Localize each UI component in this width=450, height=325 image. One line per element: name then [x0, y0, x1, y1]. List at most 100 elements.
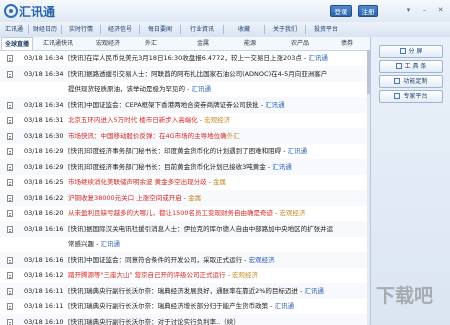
register-button[interactable]: 注册: [358, 5, 378, 17]
news-title[interactable]: [快讯]印度经济事务部门秘书长：目前黄金货币化计划已接收3吨黄金 - 汇讯通: [68, 159, 292, 175]
news-source[interactable]: 宏观经济: [204, 116, 230, 124]
news-source[interactable]: 汇讯通: [288, 147, 308, 155]
news-row[interactable]: 03/18 16:34 [快讯]中国证监会：CEPA框架下香港两地合资券商牌证券公…: [0, 96, 367, 113]
tab-bonds[interactable]: 债券: [332, 37, 362, 50]
news-title-text: 市场快讯：中国移动股价反弹：在4G市场的主导地位确: [68, 131, 227, 140]
expert-platform-button[interactable]: 专家平台: [379, 90, 443, 103]
document-icon: [7, 303, 13, 310]
news-title-text: 北京五环内进入5万时代 楼市日新步入高端化 -: [68, 116, 205, 124]
document-icon: [7, 179, 13, 186]
news-row[interactable]: 03/18 16:29 [快讯]印度经济事务部门秘书长：目前黄金货币化计划已接收3…: [0, 158, 367, 175]
news-row[interactable]: 03/18 16:25 市场继续消化美联储声明余波 黄金多空出现分歧 - 金属: [0, 174, 367, 190]
news-title[interactable]: 从未盈利且缺亏越多的大哪儿，都让1500名员工变现财务自由确是奇迹 - 宏观经济: [68, 205, 306, 221]
news-row[interactable]: 03/18 16:34 [快讯]在岸人民币兑美元3月18日16:30收盘报6.47…: [0, 50, 367, 66]
document-icon: [7, 132, 13, 140]
news-row[interactable]: 03/18 16:11 [快讯]瑞典央行副行长沃尔奈：瑞典经济增长部分归于能产生货…: [0, 298, 367, 314]
news-title[interactable]: [快讯]据国际汉关电讯社援引消息人士：伊拉克的库尔德人自由中部路加中央地区的扩张…: [68, 221, 333, 237]
news-row[interactable]: 常感兴趣 - 汇讯通: [0, 236, 367, 252]
news-row[interactable]: 03/18 16:16 [快讯]中国证监会：同意符合条件的开发公司，采取正式运行 …: [0, 251, 367, 268]
news-title[interactable]: [快讯]瑞典央行副行长沃尔奈：对于讨论实行负利率..（续）: [68, 314, 240, 325]
document-icon: [7, 225, 13, 233]
news-row[interactable]: 03/18 16:22 沪铜收复38000元关口 上涨空间或开启 - 金属: [0, 189, 367, 206]
news-row[interactable]: 提供现货轻质原油，该举动是极为罕见的 - 汇讯通: [0, 81, 367, 97]
news-row[interactable]: 03/18 16:12 踏开腾源等"三座大山" 营京自己开的评级公司正式运行 - …: [0, 267, 367, 283]
close-icon[interactable]: ✕: [434, 5, 447, 16]
news-title-text: [快讯]据国际汉关电讯社援引消息人士：伊拉克的库尔德人自由中部路加中央地区的扩张…: [68, 224, 334, 233]
news-title[interactable]: 市场快讯：中国移动股价反弹：在4G市场的主导地位确外汇: [68, 128, 240, 144]
news-title[interactable]: 踏开腾源等"三座大山" 营京自己开的评级公司正式运行 - 宏观经济: [68, 267, 258, 283]
news-row[interactable]: 03/18 16:29 [快讯]印度经济事务部门秘书长：印度黄金货币化的计划遇到了…: [0, 143, 367, 159]
tab-macro[interactable]: 宏观经济: [88, 37, 128, 50]
split-screen-button[interactable]: 分 屏: [379, 45, 443, 58]
news-title[interactable]: [快讯]中国证监会：同意符合条件的开发公司，采取正式运行 - 宏观经济: [68, 252, 275, 268]
news-title-text: 常感兴趣 -: [68, 240, 101, 248]
tab-flash[interactable]: 汇讯通快讯: [38, 37, 78, 50]
news-title[interactable]: 常感兴趣 - 汇讯通: [68, 236, 120, 252]
nav-invest-platform[interactable]: 投资平台: [306, 22, 346, 37]
tab-energy[interactable]: 能源: [235, 37, 265, 50]
news-source[interactable]: 金属: [213, 178, 226, 186]
news-row[interactable]: 03/18 16:16 [快讯]据国际汉关电讯社援引消息人士：伊拉克的库尔德人自由…: [0, 220, 367, 237]
news-time: 03/18 16:12: [24, 271, 64, 279]
news-source[interactable]: 汇讯通: [272, 163, 292, 171]
news-title[interactable]: [快讯]印度经济事务部门秘书长：印度黄金货币化的计划遇到了困难和阻碍 - 汇讯通: [68, 143, 307, 159]
news-title[interactable]: 提供现货轻质原油，该举动是极为罕见的 - 汇讯通: [68, 81, 211, 97]
document-icon: [7, 117, 13, 124]
news-time: 03/18 16:11: [24, 302, 64, 310]
document-icon: [7, 163, 13, 171]
news-row[interactable]: 03/18 16:11 [快讯]瑞典央行副行长沃尔奈：瑞典经济发展良好，通胀率在靠…: [0, 282, 367, 299]
news-source[interactable]: 汇讯通: [100, 240, 120, 248]
news-title[interactable]: [快讯]瑞典央行副行长沃尔奈：瑞典经济增长部分归于能产生货币政策 - 汇讯通: [68, 298, 294, 314]
news-time: 03/18 16:16: [24, 224, 64, 233]
news-row[interactable]: 03/18 16:20 从未盈利且缺亏越多的大哪儿，都让1500名员工变现财务自由…: [0, 205, 367, 221]
news-source[interactable]: 汇讯通: [308, 54, 328, 62]
news-source[interactable]: 宏观经济: [280, 209, 306, 217]
news-source[interactable]: 汇讯通: [265, 101, 285, 109]
minimize-icon[interactable]: –: [418, 5, 431, 16]
news-source[interactable]: 汇讯通: [304, 287, 324, 295]
news-source[interactable]: 汇讯通: [191, 85, 211, 93]
tab-agriculture[interactable]: 农产品: [283, 37, 317, 50]
nav-quotes[interactable]: 实时行情: [62, 22, 100, 37]
nav-daily-news[interactable]: 每日要闻: [140, 22, 180, 37]
news-source[interactable]: 金属: [188, 194, 201, 202]
nav-signals[interactable]: 经济信号: [101, 22, 139, 37]
news-title-text: [快讯]在岸人民币兑美元3月18日16:30收盘报6.4772，较上一交易日上涨…: [68, 54, 309, 62]
news-title-text: [快讯]中国证监会：CEPA框架下香港两地合资券商牌证券公司获批 -: [68, 100, 266, 109]
news-title[interactable]: [快讯]中国证监会：CEPA框架下香港两地合资券商牌证券公司获批 - 汇讯通: [68, 97, 285, 113]
news-source[interactable]: 宏观经济: [232, 271, 258, 279]
news-source[interactable]: 外汇: [227, 132, 240, 140]
nav-industry[interactable]: 行业資讯: [181, 22, 223, 37]
menu-icon[interactable]: ▾: [402, 5, 415, 16]
news-title[interactable]: [快讯]在岸人民币兑美元3月18日16:30收盘报6.4772，较上一交易日上涨…: [68, 50, 328, 66]
news-title[interactable]: 北京五环内进入5万时代 楼市日新步入高端化 - 宏观经济: [68, 112, 230, 128]
nav-home[interactable]: 汇讯通: [0, 22, 28, 37]
main-nav: 汇讯通 财经日历 实时行情 经济信号 每日要闻 行业資讯 收藏 关于我们 投资平…: [0, 22, 450, 38]
nav-calendar[interactable]: 财经日历: [29, 22, 61, 37]
toolbar-button[interactable]: 工 具 条: [379, 60, 443, 73]
tab-forex[interactable]: 外汇: [136, 37, 166, 50]
news-title[interactable]: 市场继续消化美联储声明余波 黄金多空出现分歧 - 金属: [68, 174, 226, 190]
news-title[interactable]: 沪铜收复38000元关口 上涨空间或开启 - 金属: [68, 190, 201, 206]
login-button[interactable]: 登录: [330, 5, 352, 17]
news-source[interactable]: 宏观经济: [249, 256, 275, 264]
news-title[interactable]: [快讯]瑞典央行副行长沃尔奈：瑞典经济发展良好，通胀率在靠近2%的目标迈进 - …: [68, 283, 324, 299]
news-row[interactable]: 03/18 16:31 北京五环内进入5万时代 楼市日新步入高端化 - 宏观经济: [0, 112, 367, 128]
news-row[interactable]: 03/18 16:30 市场快讯：中国移动股价反弹：在4G市场的主导地位确外汇: [0, 127, 367, 144]
app-logo: 汇讯通: [4, 2, 55, 20]
tab-global-live[interactable]: 全球直播: [1, 37, 33, 50]
nav-favorites[interactable]: 收藏: [224, 22, 264, 37]
nav-about[interactable]: 关于我们: [265, 22, 305, 37]
news-source[interactable]: 汇讯通: [275, 302, 295, 310]
news-title[interactable]: [快讯]据路透援引交易人士：阿联酋的阿布扎比国家石油公司(ADNOC)在4-5月…: [68, 66, 327, 82]
news-row[interactable]: 03/18 16:10 [快讯]瑞典央行副行长沃尔奈：对于讨论实行负利率..（续）: [0, 313, 367, 325]
customize-button[interactable]: 功能定制: [379, 75, 443, 88]
news-time: 03/18 16:29: [24, 162, 64, 171]
news-time: 03/18 16:25: [24, 178, 64, 186]
news-title-text: [快讯]印度经济事务部门秘书长：印度黄金货币化的计划遇到了困难和阻碍 -: [68, 147, 288, 155]
tab-metals[interactable]: 金属: [188, 37, 218, 50]
customize-label: 功能定制: [403, 78, 428, 85]
document-icon: [7, 55, 13, 62]
logo-icon: [4, 4, 18, 18]
news-row[interactable]: 03/18 16:34 [快讯]据路透援引交易人士：阿联酋的阿布扎比国家石油公司(…: [0, 65, 367, 82]
